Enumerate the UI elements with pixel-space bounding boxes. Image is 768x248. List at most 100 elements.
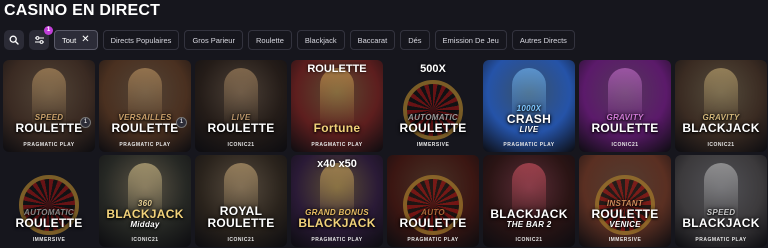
game-tile[interactable]: 360 BLACKJACK Midday ICONIC21 (99, 155, 191, 247)
game-title: SPEED BLACKJACK (679, 208, 763, 229)
provider-logo: PRAGMATIC PLAY (695, 237, 747, 243)
category-chip-label: Roulette (255, 35, 284, 45)
game-title-main: BLACKJACK (490, 207, 568, 221)
provider-logo: ICONIC21 (227, 142, 255, 148)
game-title: BLACKJACK THE BAR 2 (487, 208, 571, 229)
category-chip[interactable]: Gros Parieur (184, 30, 243, 50)
game-tile[interactable]: SPEED BLACKJACK PRAGMATIC PLAY (675, 155, 767, 247)
provider-logo: ICONIC21 (611, 142, 639, 148)
category-chip-label: Tout (62, 35, 77, 45)
game-title: AUTO ROULETTE (391, 208, 475, 229)
category-chips: Tout ✕ Directs Populaires Gros Parieur Roule… (54, 30, 575, 50)
game-grid: SPEED ROULETTE 1 PRAGMATIC PLAY VERSAILLES RO… (3, 60, 768, 247)
game-title-main: Fortune (313, 121, 361, 135)
game-title-main: CRASH (506, 112, 552, 126)
category-chip[interactable]: Blackjack (296, 30, 345, 50)
game-title-main: ROULETTE (207, 121, 275, 135)
category-chip-label: Gros Parieur (192, 35, 235, 45)
search-icon (9, 35, 19, 45)
category-chip[interactable]: Tout ✕ (54, 30, 98, 50)
provider-logo: PRAGMATIC PLAY (119, 142, 171, 148)
provider-logo: PRAGMATIC PLAY (407, 237, 459, 243)
game-title-suffix: VENICE (609, 220, 641, 229)
category-chip[interactable]: Baccarat (349, 30, 396, 50)
game-title-suffix: THE BAR 2 (506, 220, 552, 229)
game-tile[interactable]: GRAVITY BLACKJACK ICONIC21 (675, 60, 767, 152)
clear-filter-icon[interactable]: ✕ (81, 35, 89, 45)
category-chip[interactable]: Emission De Jeu (434, 30, 507, 50)
game-title-main: BLACKJACK (682, 121, 760, 135)
game-tile[interactable]: BLACKJACK THE BAR 2 ICONIC21 (483, 155, 575, 247)
provider-logo: ICONIC21 (515, 237, 543, 243)
game-title: ROYAL ROULETTE (199, 205, 283, 229)
game-title-main: BLACKJACK (106, 207, 184, 221)
game-title: VERSAILLES ROULETTE (103, 113, 187, 134)
game-tile[interactable]: 1000X CRASH LIVE PRAGMATIC PLAY (483, 60, 575, 152)
game-title-main: ROULETTE (399, 216, 467, 230)
category-chip-label: Dés (408, 35, 422, 45)
game-tag: ROULETTE (307, 63, 367, 75)
provider-logo: IMMERSIVE (416, 142, 450, 148)
category-chip-label: Emission De Jeu (442, 35, 499, 45)
player-count-badge: 1 (80, 117, 91, 128)
game-tile[interactable]: AUTO ROULETTE PRAGMATIC PLAY (387, 155, 479, 247)
game-title: GRAVITY BLACKJACK (679, 113, 763, 134)
sliders-icon (34, 36, 44, 44)
game-tag: x40 x50 (317, 158, 357, 170)
game-title: 360 BLACKJACK Midday (103, 199, 187, 229)
game-tile[interactable]: x40 x50 GRAND BONUS BLACKJACK PRAGMATIC PLA… (291, 155, 383, 247)
category-chip[interactable]: Dés (400, 30, 430, 50)
provider-logo: PRAGMATIC PLAY (311, 237, 363, 243)
game-title: SPEED ROULETTE (7, 113, 91, 134)
provider-logo: IMMERSIVE (608, 237, 642, 243)
provider-logo: PRAGMATIC PLAY (23, 142, 75, 148)
game-title: INSTANT ROULETTE VENICE (583, 199, 667, 229)
provider-logo: ICONIC21 (131, 237, 159, 243)
game-tile[interactable]: INSTANT ROULETTE VENICE IMMERSIVE (579, 155, 671, 247)
game-tile[interactable]: ROYAL ROULETTE ICONIC21 (195, 155, 287, 247)
provider-logo: ICONIC21 (227, 237, 255, 243)
game-title-main: BLACKJACK (682, 216, 760, 230)
game-tile[interactable]: 500X AUTOMATIC ROULETTE IMMERSIVE (387, 60, 479, 152)
game-title-suffix: LIVE (519, 125, 539, 134)
game-title-main: ROULETTE (591, 207, 659, 221)
game-title: AUTOMATIC ROULETTE (391, 113, 475, 134)
game-title: AUTOMATIC ROULETTE (7, 208, 91, 229)
game-tile[interactable]: SPEED ROULETTE 1 PRAGMATIC PLAY (3, 60, 95, 152)
game-title: Fortune (295, 122, 379, 134)
category-chip[interactable]: Directs Populaires (102, 30, 180, 50)
game-title-main: ROYAL ROULETTE (207, 204, 275, 230)
game-tile[interactable]: LIVE ROULETTE ICONIC21 (195, 60, 287, 152)
player-count-badge: 1 (176, 117, 187, 128)
provider-logo: IMMERSIVE (32, 237, 66, 243)
category-chip-label: Autres Directs (519, 35, 567, 45)
dealer-image (320, 68, 354, 128)
game-title-main: ROULETTE (15, 216, 83, 230)
category-chip-label: Baccarat (357, 35, 388, 45)
filter-count-badge: 1 (44, 26, 53, 35)
game-title: GRAND BONUS BLACKJACK (295, 208, 379, 229)
game-tile[interactable]: ROULETTE Fortune PRAGMATIC PLAY (291, 60, 383, 152)
provider-logo: ICONIC21 (707, 142, 735, 148)
game-title-main: ROULETTE (15, 121, 83, 135)
provider-logo: PRAGMATIC PLAY (311, 142, 363, 148)
category-chip[interactable]: Roulette (247, 30, 292, 50)
game-tile[interactable]: GRAVITY ROULETTE ICONIC21 (579, 60, 671, 152)
filter-settings-button[interactable]: 1 (29, 26, 53, 50)
game-title-main: ROULETTE (399, 121, 467, 135)
category-chip-label: Directs Populaires (110, 35, 172, 45)
game-title-main: BLACKJACK (298, 216, 376, 230)
game-title: GRAVITY ROULETTE (583, 113, 667, 134)
category-chip[interactable]: Autres Directs (511, 30, 575, 50)
search-button[interactable] (4, 30, 24, 50)
page-title: CASINO EN DIRECT (4, 2, 161, 19)
game-tile[interactable]: AUTOMATIC ROULETTE IMMERSIVE (3, 155, 95, 247)
game-tile[interactable]: VERSAILLES ROULETTE 1 PRAGMATIC PLAY (99, 60, 191, 152)
game-title: LIVE ROULETTE (199, 113, 283, 134)
game-title-suffix: Midday (130, 220, 160, 229)
filter-bar: 1 Tout ✕ Directs Populaires Gros Parieur Rou… (4, 26, 575, 50)
game-title-main: ROULETTE (591, 121, 659, 135)
category-chip-label: Blackjack (304, 35, 337, 45)
provider-logo: PRAGMATIC PLAY (503, 142, 555, 148)
game-title: 1000X CRASH LIVE (487, 104, 571, 134)
